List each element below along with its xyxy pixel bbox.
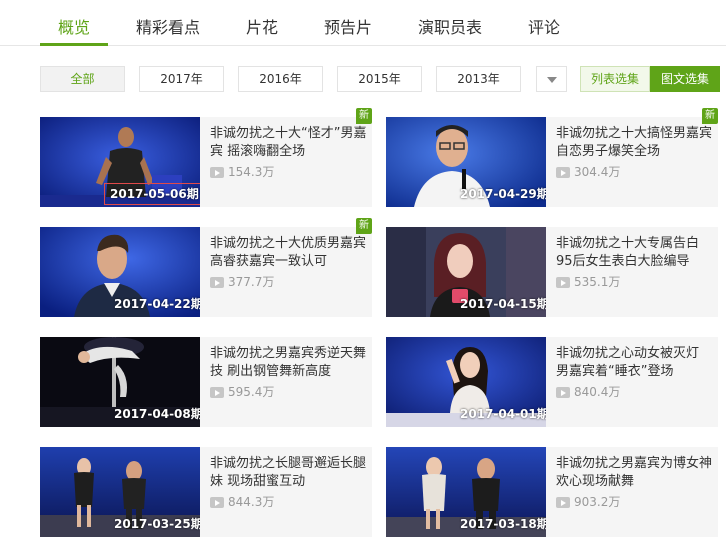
- new-badge: 新: [356, 108, 372, 124]
- play-count-icon: [556, 497, 570, 508]
- play-count: 535.1万: [556, 274, 620, 290]
- filter-2013[interactable]: 2013年: [436, 66, 521, 92]
- play-count-icon: [556, 387, 570, 398]
- grid-view-button[interactable]: 图文选集: [650, 66, 720, 92]
- play-count-icon: [556, 167, 570, 178]
- tab-highlights[interactable]: 精彩看点: [130, 0, 206, 46]
- episode-date: 2017-04-15期: [460, 297, 546, 311]
- episode-date: 2017-03-25期: [114, 517, 200, 531]
- play-count: 840.4万: [556, 384, 620, 400]
- episode-title[interactable]: 非诚勿扰之十大“怪才”男嘉宾 摇滚嗨翻全场: [210, 125, 370, 161]
- play-count: 304.4万: [556, 164, 620, 180]
- episode-thumbnail[interactable]: 2017-04-22期: [40, 227, 200, 317]
- play-count: 154.3万: [210, 164, 274, 180]
- episode-title[interactable]: 非诚勿扰之十大搞怪男嘉宾 自恋男子爆笑全场: [556, 125, 716, 161]
- episode-card[interactable]: 2017-03-18期 非诚勿扰之男嘉宾为博女神欢心现场献舞 903.2万: [386, 447, 718, 537]
- episode-thumbnail[interactable]: 2017-04-01期: [386, 337, 546, 427]
- episode-info: 非诚勿扰之男嘉宾为博女神欢心现场献舞 903.2万: [546, 447, 718, 537]
- episode-card[interactable]: 2017-04-15期 非诚勿扰之十大专属告白 95后女生表白大脸编导 535.…: [386, 227, 718, 317]
- episode-info: 非诚勿扰之十大专属告白 95后女生表白大脸编导 535.1万: [546, 227, 718, 317]
- tab-trailers[interactable]: 预告片: [316, 0, 380, 46]
- episode-title[interactable]: 非诚勿扰之十大专属告白 95后女生表白大脸编导: [556, 235, 716, 271]
- episode-date: 2017-04-29期: [460, 187, 546, 201]
- play-count: 844.3万: [210, 494, 274, 510]
- tab-clips[interactable]: 片花: [236, 0, 288, 46]
- episode-info: 非诚勿扰之心动女被灭灯 男嘉宾着“睡衣”登场 840.4万: [546, 337, 718, 427]
- episode-card[interactable]: 2017-04-22期 非诚勿扰之十大优质男嘉宾 高睿获嘉宾一致认可 377.7…: [40, 218, 372, 317]
- tab-cast[interactable]: 演职员表: [410, 0, 490, 46]
- new-badge: 新: [702, 108, 718, 124]
- episode-date: 2017-04-01期: [460, 407, 546, 421]
- active-tab-indicator: [40, 43, 108, 46]
- episode-info: 非诚勿扰之十大“怪才”男嘉宾 摇滚嗨翻全场 154.3万 新: [200, 108, 372, 207]
- episode-title[interactable]: 非诚勿扰之男嘉宾为博女神欢心现场献舞: [556, 455, 716, 491]
- filter-2017[interactable]: 2017年: [139, 66, 224, 92]
- filter-2016[interactable]: 2016年: [238, 66, 323, 92]
- episode-info: 非诚勿扰之男嘉宾秀逆天舞技 刷出钢管舞新高度 595.4万: [200, 337, 372, 427]
- view-toggle: 列表选集 图文选集: [580, 66, 720, 92]
- list-view-button[interactable]: 列表选集: [580, 66, 650, 92]
- play-count-icon: [210, 277, 224, 288]
- filter-all[interactable]: 全部: [40, 66, 125, 92]
- play-count-icon: [210, 387, 224, 398]
- play-count-icon: [556, 277, 570, 288]
- episode-info: 非诚勿扰之十大优质男嘉宾 高睿获嘉宾一致认可 377.7万 新: [200, 218, 372, 317]
- episode-date: 2017-03-18期: [460, 517, 546, 531]
- episode-title[interactable]: 非诚勿扰之十大优质男嘉宾 高睿获嘉宾一致认可: [210, 235, 370, 271]
- chevron-down-icon[interactable]: [536, 66, 567, 92]
- tab-bar: 概览 精彩看点 片花 预告片 演职员表 评论: [0, 0, 726, 46]
- episode-card[interactable]: 2017-04-01期 非诚勿扰之心动女被灭灯 男嘉宾着“睡衣”登场 840.4…: [386, 337, 718, 427]
- play-count: 377.7万: [210, 274, 274, 290]
- episode-title[interactable]: 非诚勿扰之男嘉宾秀逆天舞技 刷出钢管舞新高度: [210, 345, 370, 381]
- tab-comments[interactable]: 评论: [518, 0, 570, 46]
- play-count-icon: [210, 497, 224, 508]
- episode-card[interactable]: 2017-04-29期 非诚勿扰之十大搞怪男嘉宾 自恋男子爆笑全场 304.4万…: [386, 108, 718, 207]
- play-count: 595.4万: [210, 384, 274, 400]
- tab-overview[interactable]: 概览: [40, 0, 108, 46]
- episode-title[interactable]: 非诚勿扰之长腿哥邂逅长腿妹 现场甜蜜互动: [210, 455, 370, 491]
- episode-card[interactable]: 2017-03-25期 非诚勿扰之长腿哥邂逅长腿妹 现场甜蜜互动 844.3万: [40, 447, 372, 537]
- episode-date: 2017-04-22期: [114, 297, 200, 311]
- play-count: 903.2万: [556, 494, 620, 510]
- episode-thumbnail[interactable]: 2017-04-08期: [40, 337, 200, 427]
- episode-info: 非诚勿扰之十大搞怪男嘉宾 自恋男子爆笑全场 304.4万 新: [546, 108, 718, 207]
- episode-title[interactable]: 非诚勿扰之心动女被灭灯 男嘉宾着“睡衣”登场: [556, 345, 716, 381]
- episode-info: 非诚勿扰之长腿哥邂逅长腿妹 现场甜蜜互动 844.3万: [200, 447, 372, 537]
- episode-date: 2017-05-06期: [104, 183, 200, 205]
- filter-2015[interactable]: 2015年: [337, 66, 422, 92]
- episode-thumbnail[interactable]: 2017-03-18期: [386, 447, 546, 537]
- episode-card[interactable]: 2017-05-06期 非诚勿扰之十大“怪才”男嘉宾 摇滚嗨翻全场 154.3万…: [40, 108, 372, 207]
- episode-thumbnail[interactable]: 2017-03-25期: [40, 447, 200, 537]
- episode-thumbnail[interactable]: 2017-05-06期: [40, 117, 200, 207]
- episode-thumbnail[interactable]: 2017-04-29期: [386, 117, 546, 207]
- episode-card[interactable]: 2017-04-08期 非诚勿扰之男嘉宾秀逆天舞技 刷出钢管舞新高度 595.4…: [40, 337, 372, 427]
- play-count-icon: [210, 167, 224, 178]
- episode-date: 2017-04-08期: [114, 407, 200, 421]
- episode-thumbnail[interactable]: 2017-04-15期: [386, 227, 546, 317]
- new-badge: 新: [356, 218, 372, 234]
